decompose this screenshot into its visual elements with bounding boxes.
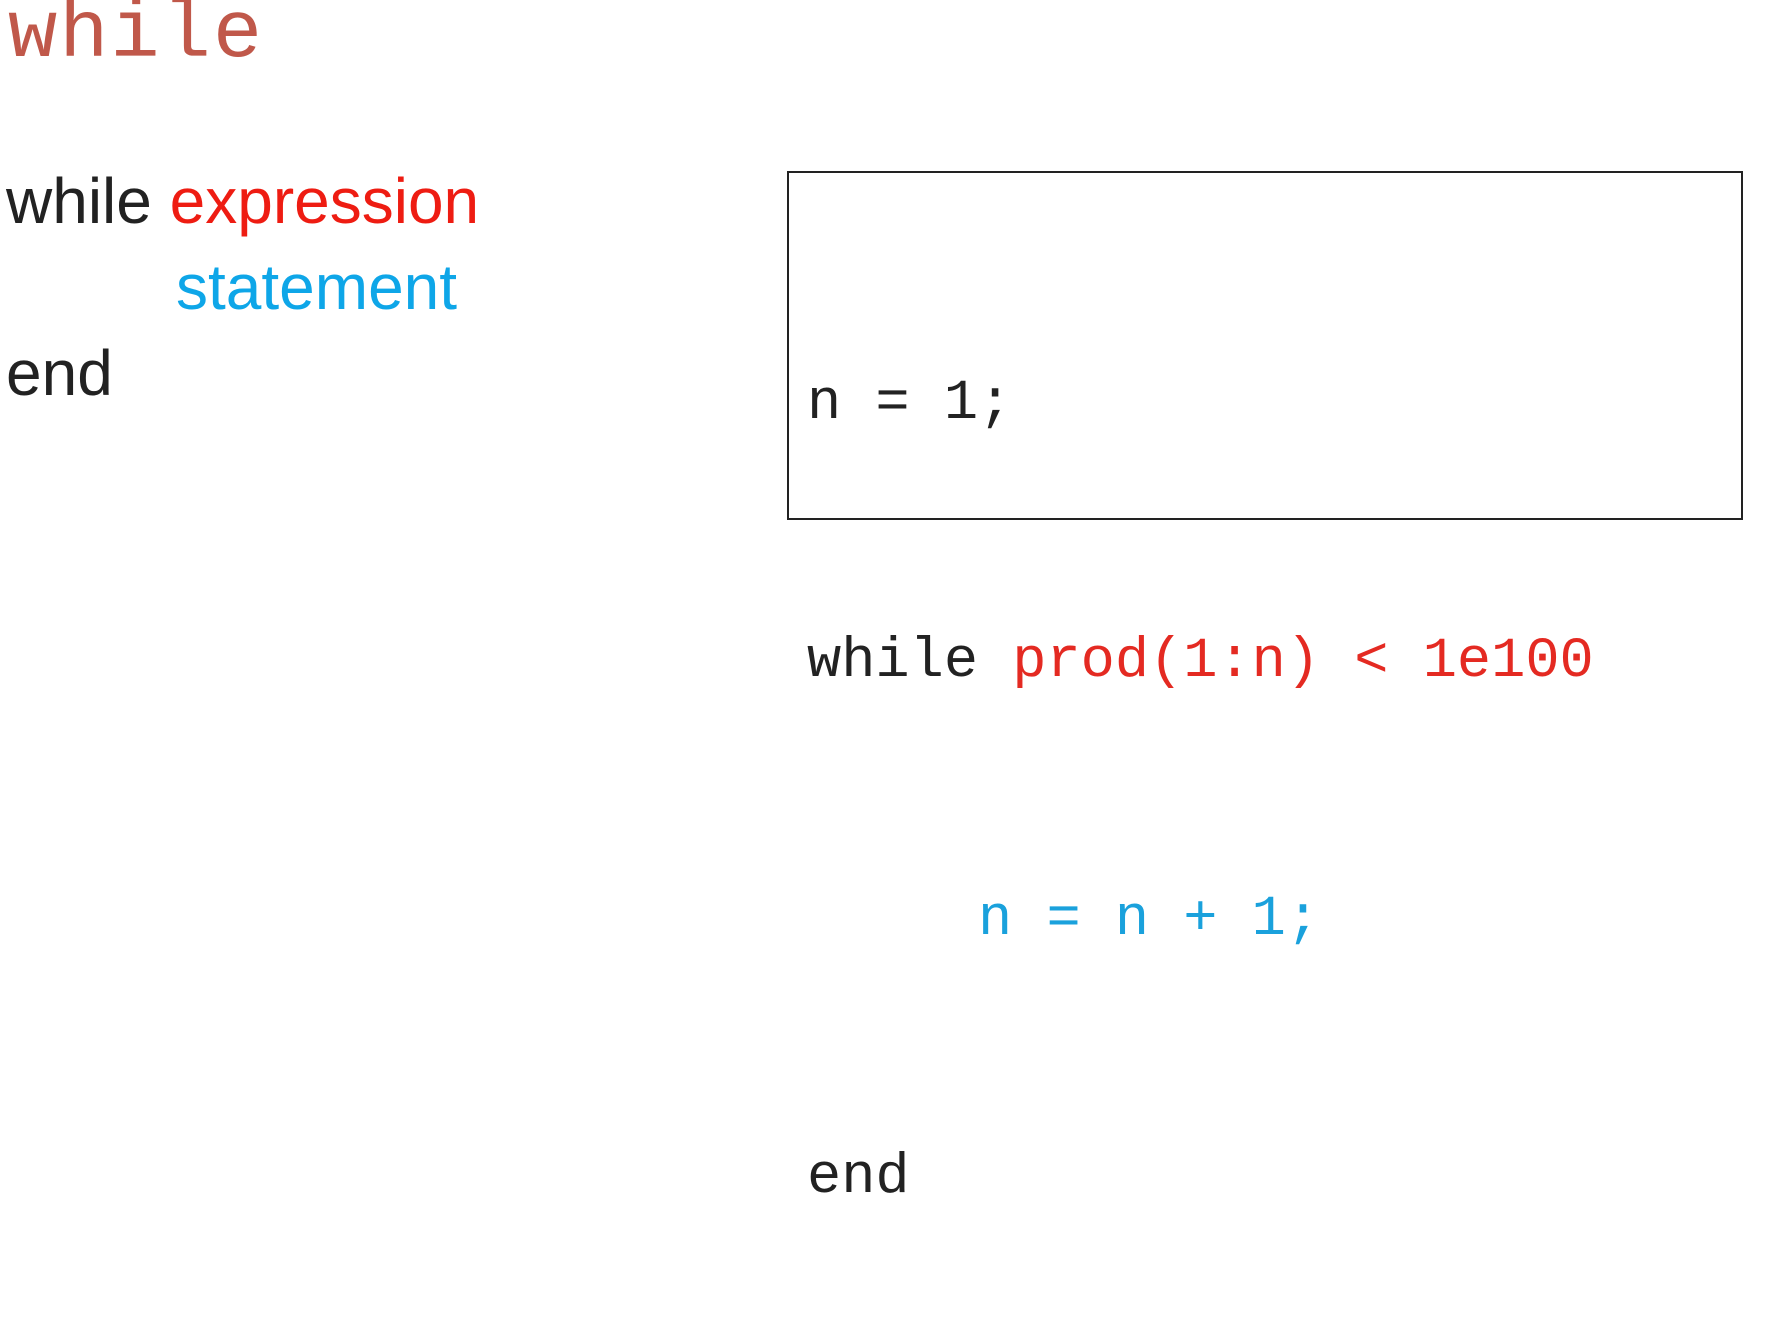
syntax-template: while expression statement end <box>6 158 479 416</box>
slide-title: while <box>8 0 265 81</box>
code-line-3: n = n + 1; <box>807 877 1594 963</box>
code-assignment: n = 1; <box>807 372 1013 436</box>
code-end-keyword: end <box>807 1146 910 1210</box>
syntax-expression: expression <box>169 165 480 237</box>
code-while-keyword: while <box>807 630 1013 694</box>
code-example-box: n = 1; while prod(1:n) < 1e100 n = n + 1… <box>787 171 1743 1210</box>
syntax-while-keyword: while <box>6 165 152 237</box>
syntax-end-keyword: end <box>6 337 113 409</box>
syntax-statement: statement <box>176 251 458 323</box>
code-condition: prod(1:n) < 1e100 <box>1012 630 1594 694</box>
syntax-line-while: while expression <box>6 158 479 244</box>
code-line-2: while prod(1:n) < 1e100 <box>807 619 1594 705</box>
syntax-line-end: end <box>6 330 479 416</box>
code-statement: n = n + 1; <box>978 888 1321 952</box>
code-line-4: end <box>807 1135 1594 1221</box>
syntax-line-statement: statement <box>6 244 479 330</box>
code-line-1: n = 1; <box>807 361 1594 447</box>
code-example: n = 1; while prod(1:n) < 1e100 n = n + 1… <box>807 189 1594 1334</box>
